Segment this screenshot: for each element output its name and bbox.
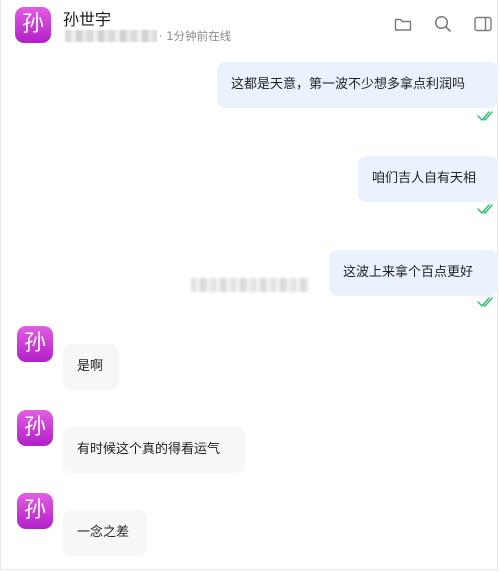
sidebar-toggle-icon[interactable]: [473, 14, 493, 34]
message-bubble-sent[interactable]: 这都是天意，第一波不少想多拿点利润吗: [217, 62, 498, 108]
message-bubble-received[interactable]: 有时候这个真的得看运气: [63, 427, 245, 473]
read-receipt-icon: [477, 204, 493, 214]
read-receipt-icon: [477, 297, 493, 307]
message-bubble-received[interactable]: 一念之差: [63, 510, 147, 556]
redacted-timestamp: [191, 278, 309, 292]
chat-header: 孙 孙世宇 · 1分钟前在线: [1, 0, 500, 48]
sender-avatar[interactable]: 孙: [17, 410, 53, 446]
folder-icon[interactable]: [393, 14, 413, 34]
message-bubble-sent[interactable]: 这波上来拿个百点更好: [329, 250, 498, 296]
sender-avatar[interactable]: 孙: [17, 493, 53, 529]
chat-window: 孙 孙世宇 · 1分钟前在线 这都是天意，第一波不少想多拿点利润吗 咱们吉人自有…: [0, 0, 498, 570]
read-receipt-icon: [477, 111, 493, 121]
sender-avatar[interactable]: 孙: [17, 326, 53, 362]
search-icon[interactable]: [433, 14, 453, 34]
contact-name[interactable]: 孙世宇: [63, 6, 111, 30]
online-status: · 1分钟前在线: [159, 29, 232, 43]
message-bubble-received[interactable]: 是啊: [63, 344, 119, 390]
contact-avatar[interactable]: 孙: [15, 7, 51, 43]
redacted-contact-id: [65, 30, 157, 42]
message-bubble-sent[interactable]: 咱们吉人自有天相: [358, 156, 498, 202]
